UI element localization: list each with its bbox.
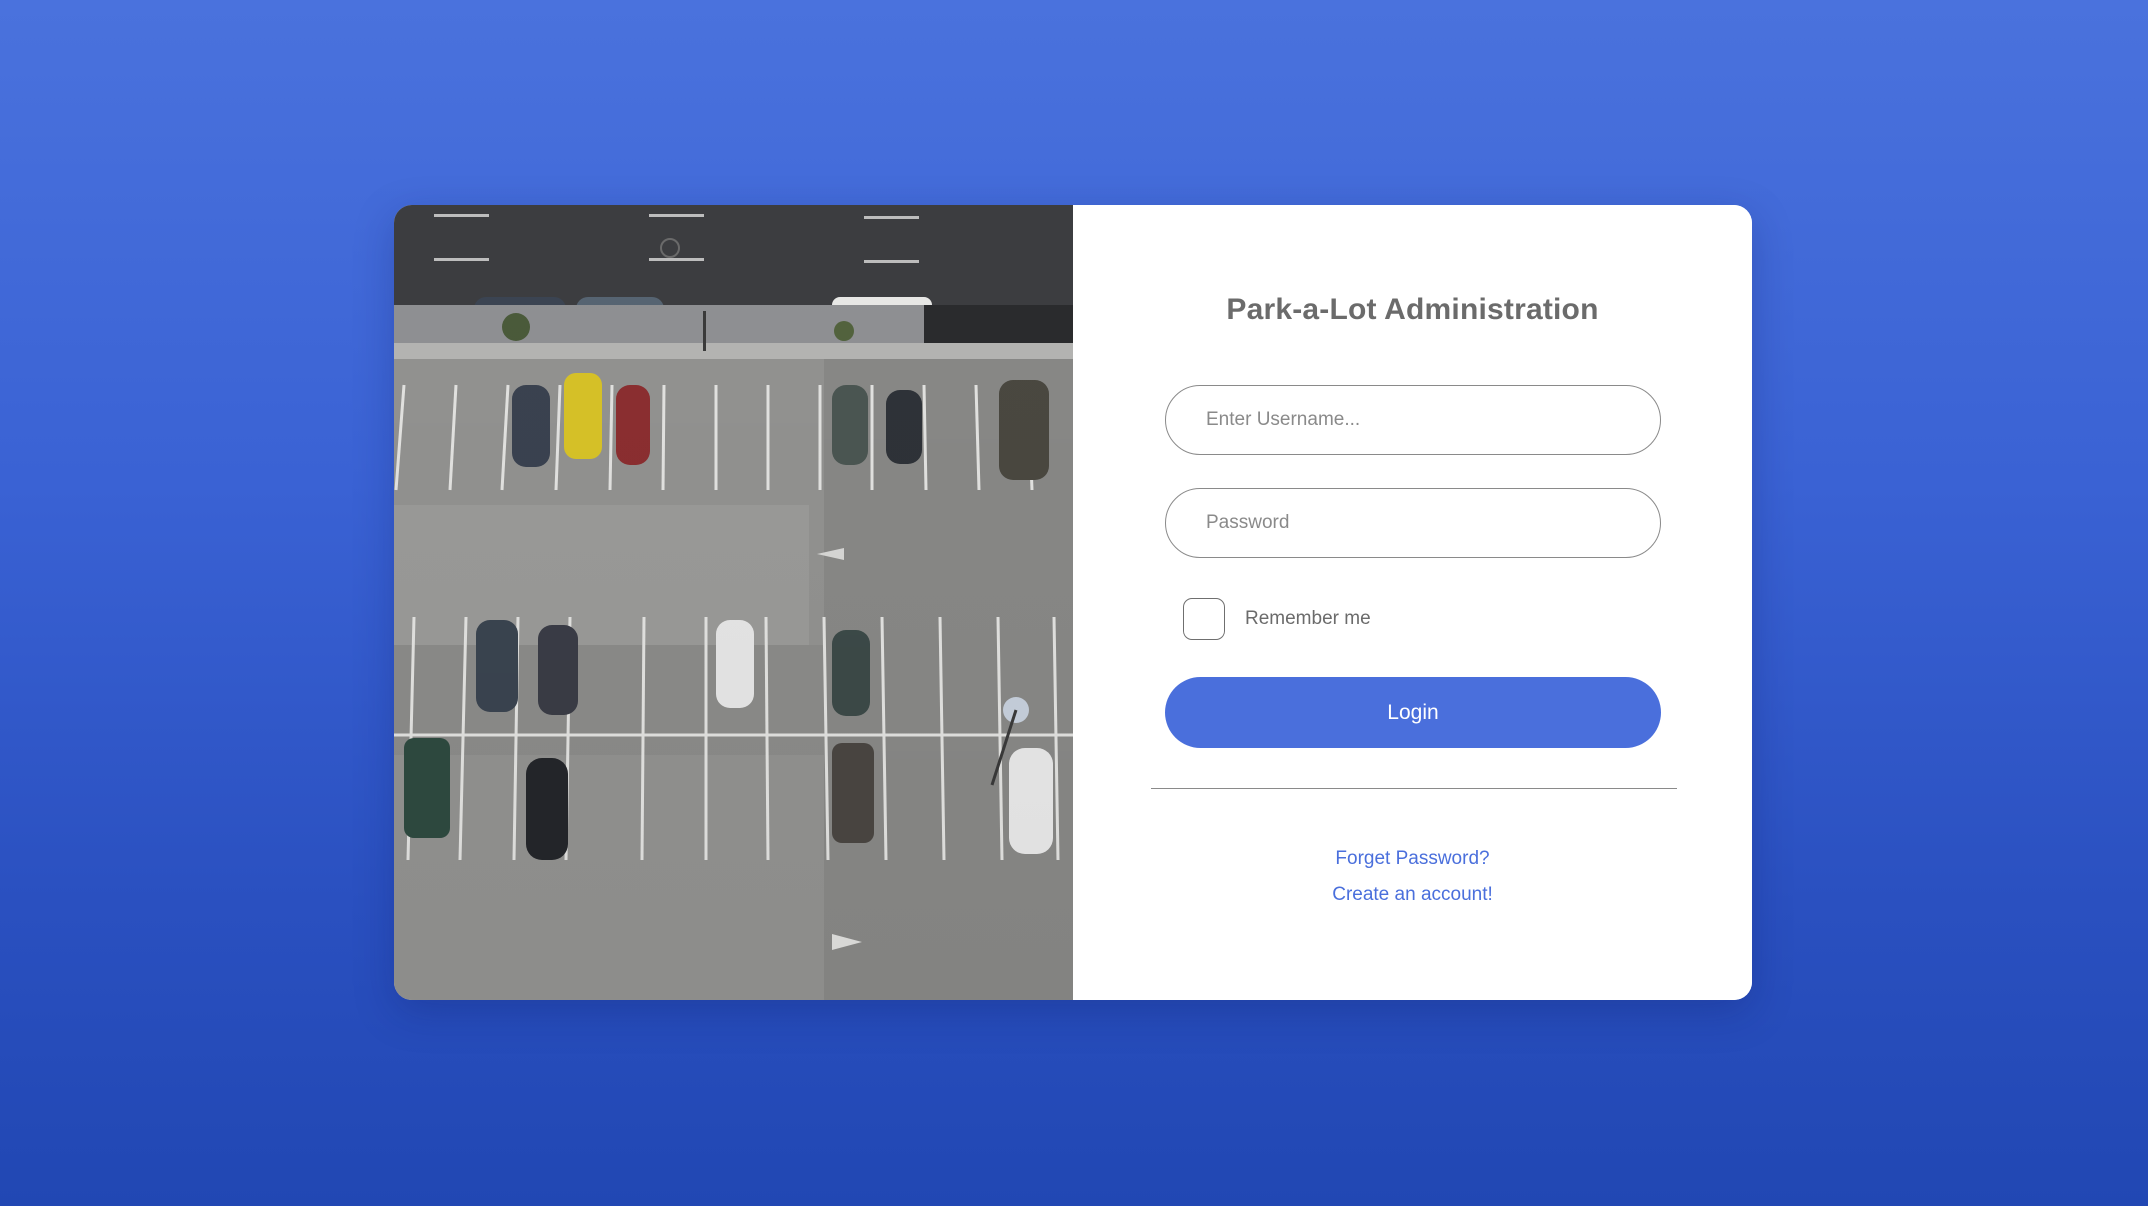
page-title: Park-a-Lot Administration: [1226, 293, 1599, 326]
remember-me-checkbox[interactable]: [1183, 598, 1225, 640]
create-account-link[interactable]: Create an account!: [1073, 884, 1752, 906]
divider: [1151, 788, 1677, 789]
username-input[interactable]: [1165, 385, 1661, 455]
forgot-password-link[interactable]: Forget Password?: [1073, 848, 1752, 870]
login-button[interactable]: Login: [1165, 677, 1661, 748]
parking-lot-photo: [394, 205, 1073, 1000]
login-form-panel: Park-a-Lot Administration Remember me Lo…: [1073, 205, 1752, 1000]
password-input[interactable]: [1165, 488, 1661, 558]
remember-me-row[interactable]: Remember me: [1183, 598, 1371, 640]
parking-lot-aerial-image: [394, 205, 1073, 1000]
remember-me-label: Remember me: [1245, 608, 1371, 629]
login-card: Park-a-Lot Administration Remember me Lo…: [394, 205, 1752, 1000]
